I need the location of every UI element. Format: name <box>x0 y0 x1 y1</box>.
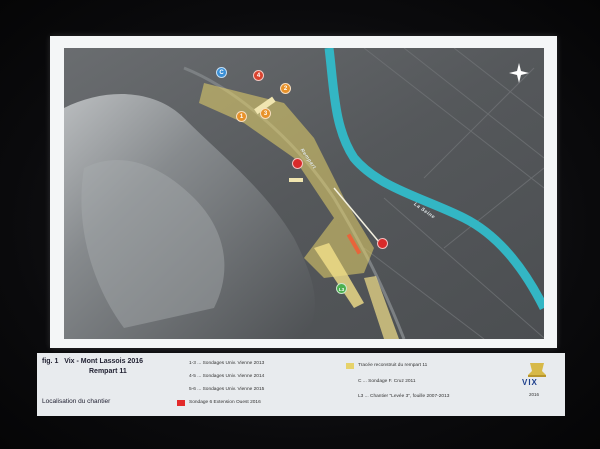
logo-year: 2016 <box>529 392 540 397</box>
legend-item: C ... Sondage F. Cruz 2011 <box>358 379 416 384</box>
figure-title: Vix - Mont Lassois 2016 <box>64 358 144 365</box>
figure-title-line: fig. 1 Vix - Mont Lassois 2016 <box>42 358 143 365</box>
figure-caption: Localisation du chantier <box>42 398 111 405</box>
projection-screen: C 4 2 1 3 L3 La Seine Rempart fig. 1 Vix… <box>0 0 600 449</box>
trench-2 <box>289 178 303 182</box>
marker-red-1[interactable] <box>292 158 303 169</box>
vix-logo: VIX 2016 <box>520 361 554 405</box>
legend-item: 1-3 ... Sondages Univ. Vienne 2013 <box>189 361 265 366</box>
legend-item: 4-5 ... Sondages Univ. Vienne 2014 <box>189 374 265 379</box>
figure-subtitle: Rempart 11 <box>89 368 127 375</box>
marker-c[interactable]: C <box>216 67 227 78</box>
marker-2[interactable]: 2 <box>280 83 291 94</box>
marker-4[interactable]: 4 <box>253 70 264 81</box>
map-frame: C 4 2 1 3 L3 La Seine Rempart <box>50 36 557 348</box>
marker-red-2[interactable] <box>377 238 388 249</box>
map-canvas[interactable]: C 4 2 1 3 L3 La Seine Rempart <box>64 48 544 339</box>
marker-l3[interactable]: L3 <box>336 283 347 294</box>
yellow-swatch <box>346 363 354 369</box>
legend-item: L3 ... Chantier "Levée 3", fouille 2007-… <box>358 394 450 399</box>
legend-item: Tracée reconstruit du rempart 11 <box>358 363 428 368</box>
marker-1[interactable]: 1 <box>236 111 247 122</box>
legend-item: Sondage 6 Extension Ouest 2016 <box>189 400 261 405</box>
figure-label: fig. 1 <box>42 358 59 365</box>
marker-3[interactable]: 3 <box>260 108 271 119</box>
legend-panel: fig. 1 Vix - Mont Lassois 2016 Rempart 1… <box>37 353 565 416</box>
red-swatch <box>177 400 185 406</box>
logo-text: VIX <box>522 378 538 387</box>
legend-item: 5-6 ... Sondages Univ. Vienne 2015 <box>189 387 265 392</box>
map-svg <box>64 48 544 339</box>
